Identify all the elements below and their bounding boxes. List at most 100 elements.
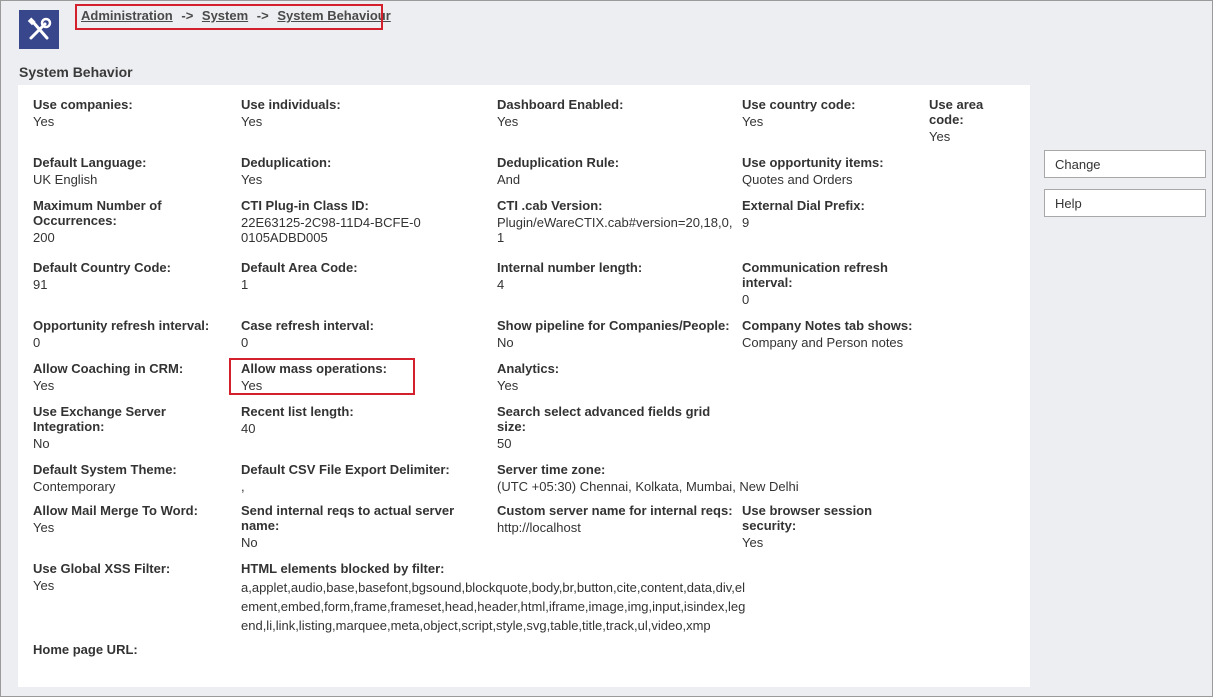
field-value: Yes	[241, 114, 263, 129]
field-value: Company and Person notes	[742, 335, 904, 350]
field-default-area-code: Default Area Code: 1	[241, 260, 481, 292]
field-label: Custom server name for internal reqs:	[497, 503, 733, 518]
field-use-opportunity-items: Use opportunity items: Quotes and Orders	[742, 155, 922, 187]
field-value: 22E63125-2C98-11D4-BCFE-00105ADBD005	[241, 215, 421, 245]
field-value: a,applet,audio,base,basefont,bgsound,blo…	[241, 580, 746, 633]
field-value: Yes	[929, 129, 951, 144]
field-communication-refresh-interval: Communication refresh interval: 0	[742, 260, 902, 307]
field-dashboard-enabled: Dashboard Enabled: Yes	[497, 97, 737, 129]
field-use-individuals: Use individuals: Yes	[241, 97, 481, 129]
field-max-occurrences: Maximum Number of Occurrences: 200	[33, 198, 203, 245]
field-value: 4	[497, 277, 505, 292]
field-value: Yes	[33, 578, 55, 593]
mass-operations-highlight-box	[229, 358, 415, 395]
field-custom-server-name: Custom server name for internal reqs: ht…	[497, 503, 741, 535]
field-label: Case refresh interval:	[241, 318, 374, 333]
field-value: Plugin/eWareCTIX.cab#version=20,18,0,1	[497, 215, 733, 245]
field-search-select-grid-size: Search select advanced fields grid size:…	[497, 404, 727, 451]
field-label: Server time zone:	[497, 462, 606, 477]
field-use-companies: Use companies: Yes	[33, 97, 223, 129]
field-value: ,	[241, 479, 245, 494]
field-value: No	[497, 335, 514, 350]
field-value: No	[241, 535, 258, 550]
field-home-page-url: Home page URL:	[33, 642, 223, 659]
field-value: 1	[241, 277, 249, 292]
field-label: Default System Theme:	[33, 462, 177, 477]
field-value: Yes	[33, 520, 55, 535]
field-send-internal-reqs: Send internal reqs to actual server name…	[241, 503, 481, 550]
field-global-xss-filter: Use Global XSS Filter: Yes	[33, 561, 223, 593]
field-label: Deduplication Rule:	[497, 155, 620, 170]
field-csv-export-delimiter: Default CSV File Export Delimiter: ,	[241, 462, 481, 494]
field-label: Default Country Code:	[33, 260, 171, 275]
field-cti-plugin-class-id: CTI Plug-in Class ID: 22E63125-2C98-11D4…	[241, 198, 423, 245]
field-label: HTML elements blocked by filter:	[241, 561, 445, 576]
field-use-area-code: Use area code: Yes	[929, 97, 999, 144]
field-value: 50	[497, 436, 512, 451]
field-browser-session-security: Use browser session security: Yes	[742, 503, 902, 550]
field-value: UK English	[33, 172, 98, 187]
field-opportunity-refresh-interval: Opportunity refresh interval: 0	[33, 318, 233, 350]
field-label: Default Area Code:	[241, 260, 358, 275]
field-label: CTI .cab Version:	[497, 198, 603, 213]
field-label: Dashboard Enabled:	[497, 97, 624, 112]
field-value: Quotes and Orders	[742, 172, 853, 187]
field-value: (UTC +05:30) Chennai, Kolkata, Mumbai, N…	[497, 479, 799, 494]
field-label: Internal number length:	[497, 260, 643, 275]
field-label: Search select advanced fields grid size:	[497, 404, 711, 434]
field-value: Yes	[241, 172, 263, 187]
field-value: Contemporary	[33, 479, 116, 494]
field-value: 0	[241, 335, 249, 350]
field-use-country-code: Use country code: Yes	[742, 97, 922, 129]
administration-tools-icon	[19, 10, 59, 49]
field-label: Show pipeline for Companies/People:	[497, 318, 730, 333]
field-label: Use Exchange Server Integration:	[33, 404, 166, 434]
field-label: Deduplication:	[241, 155, 332, 170]
field-label: Default Language:	[33, 155, 147, 170]
field-label: Use companies:	[33, 97, 133, 112]
field-value: 9	[742, 215, 750, 230]
breadcrumb-highlight-box	[75, 4, 383, 30]
field-value: Yes	[497, 378, 519, 393]
field-label: Recent list length:	[241, 404, 354, 419]
field-cti-cab-version: CTI .cab Version: Plugin/eWareCTIX.cab#v…	[497, 198, 737, 245]
field-label: Maximum Number of Occurrences:	[33, 198, 162, 228]
field-value: Yes	[497, 114, 519, 129]
help-button[interactable]: Help	[1044, 189, 1206, 217]
field-value: And	[497, 172, 521, 187]
field-recent-list-length: Recent list length: 40	[241, 404, 481, 436]
field-value: 91	[33, 277, 48, 292]
field-value: Yes	[33, 114, 55, 129]
field-company-notes-tab: Company Notes tab shows: Company and Per…	[742, 318, 942, 350]
field-deduplication: Deduplication: Yes	[241, 155, 481, 187]
field-value: 40	[241, 421, 256, 436]
field-label: Home page URL:	[33, 642, 138, 657]
field-case-refresh-interval: Case refresh interval: 0	[241, 318, 481, 350]
field-label: Allow Mail Merge To Word:	[33, 503, 198, 518]
field-label: External Dial Prefix:	[742, 198, 865, 213]
field-use-exchange: Use Exchange Server Integration: No	[33, 404, 203, 451]
change-button[interactable]: Change	[1044, 150, 1206, 178]
field-label: Communication refresh interval:	[742, 260, 888, 290]
field-label: Use area code:	[929, 97, 984, 127]
field-label: Use opportunity items:	[742, 155, 884, 170]
field-label: Analytics:	[497, 361, 560, 376]
field-default-system-theme: Default System Theme: Contemporary	[33, 462, 223, 494]
page-title: System Behavior	[19, 64, 133, 80]
field-value: No	[33, 436, 50, 451]
field-server-time-zone: Server time zone: (UTC +05:30) Chennai, …	[497, 462, 917, 494]
field-label: CTI Plug-in Class ID:	[241, 198, 369, 213]
field-label: Opportunity refresh interval:	[33, 318, 210, 333]
field-default-language: Default Language: UK English	[33, 155, 223, 187]
field-analytics: Analytics: Yes	[497, 361, 737, 393]
field-external-dial-prefix: External Dial Prefix: 9	[742, 198, 922, 230]
field-value: Yes	[742, 114, 764, 129]
field-label: Default CSV File Export Delimiter:	[241, 462, 450, 477]
field-value: 0	[33, 335, 41, 350]
field-label: Allow Coaching in CRM:	[33, 361, 184, 376]
field-value: http://localhost	[497, 520, 581, 535]
field-label: Use Global XSS Filter:	[33, 561, 171, 576]
field-allow-coaching: Allow Coaching in CRM: Yes	[33, 361, 223, 393]
field-label: Use country code:	[742, 97, 856, 112]
field-label: Company Notes tab shows:	[742, 318, 913, 333]
